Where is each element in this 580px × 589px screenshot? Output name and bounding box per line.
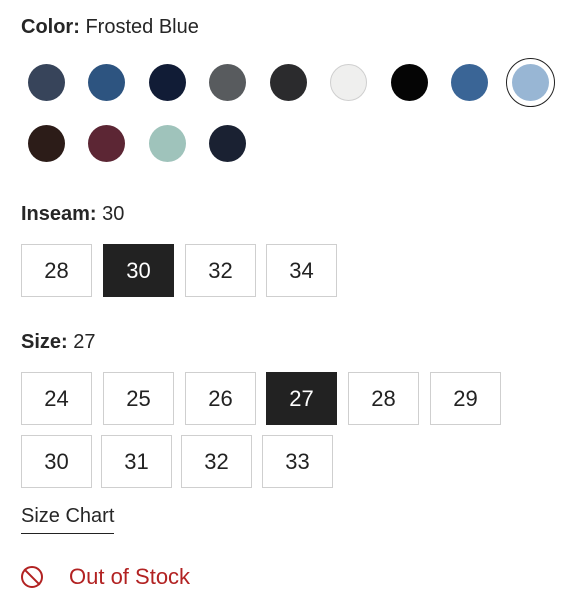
color-value: Frosted Blue: [85, 16, 199, 38]
swatch-5[interactable]: [330, 64, 367, 101]
size-option[interactable]: 24: [21, 372, 92, 425]
color-label-row: Color: Frosted Blue: [21, 16, 199, 39]
size-option[interactable]: 32: [181, 435, 252, 488]
inseam-value: 30: [102, 203, 125, 225]
inseam-option[interactable]: 28: [21, 244, 92, 297]
swatch-6[interactable]: [391, 64, 428, 101]
size-option[interactable]: 33: [262, 435, 333, 488]
swatch-11[interactable]: [149, 125, 186, 162]
inseam-label: Inseam:: [21, 203, 97, 225]
size-option[interactable]: 30: [21, 435, 92, 488]
size-label: Size:: [21, 331, 68, 353]
size-option[interactable]: 26: [185, 372, 256, 425]
size-label-row: Size: 27: [21, 331, 96, 354]
inseam-option[interactable]: 34: [266, 244, 337, 297]
swatch-9[interactable]: [28, 125, 65, 162]
swatch-4[interactable]: [270, 64, 307, 101]
size-value: 27: [73, 331, 96, 353]
inseam-option[interactable]: 30: [103, 244, 174, 297]
stock-status: Out of Stock: [21, 566, 190, 588]
swatch-7[interactable]: [451, 64, 488, 101]
color-label: Color:: [21, 16, 80, 38]
swatch-8[interactable]: [512, 64, 549, 101]
swatch-12[interactable]: [209, 125, 246, 162]
size-option[interactable]: 25: [103, 372, 174, 425]
size-option[interactable]: 28: [348, 372, 419, 425]
inseam-label-row: Inseam: 30: [21, 203, 124, 226]
swatch-1[interactable]: [88, 64, 125, 101]
inseam-option[interactable]: 32: [185, 244, 256, 297]
size-option[interactable]: 31: [101, 435, 172, 488]
size-option[interactable]: 27: [266, 372, 337, 425]
stock-status-text: Out of Stock: [69, 564, 191, 589]
size-option[interactable]: 29: [430, 372, 501, 425]
swatch-3[interactable]: [209, 64, 246, 101]
out-of-stock-icon: [21, 566, 43, 588]
swatch-10[interactable]: [88, 125, 125, 162]
swatch-2[interactable]: [149, 64, 186, 101]
size-chart-link[interactable]: Size Chart: [21, 505, 115, 534]
swatch-0[interactable]: [28, 64, 65, 101]
